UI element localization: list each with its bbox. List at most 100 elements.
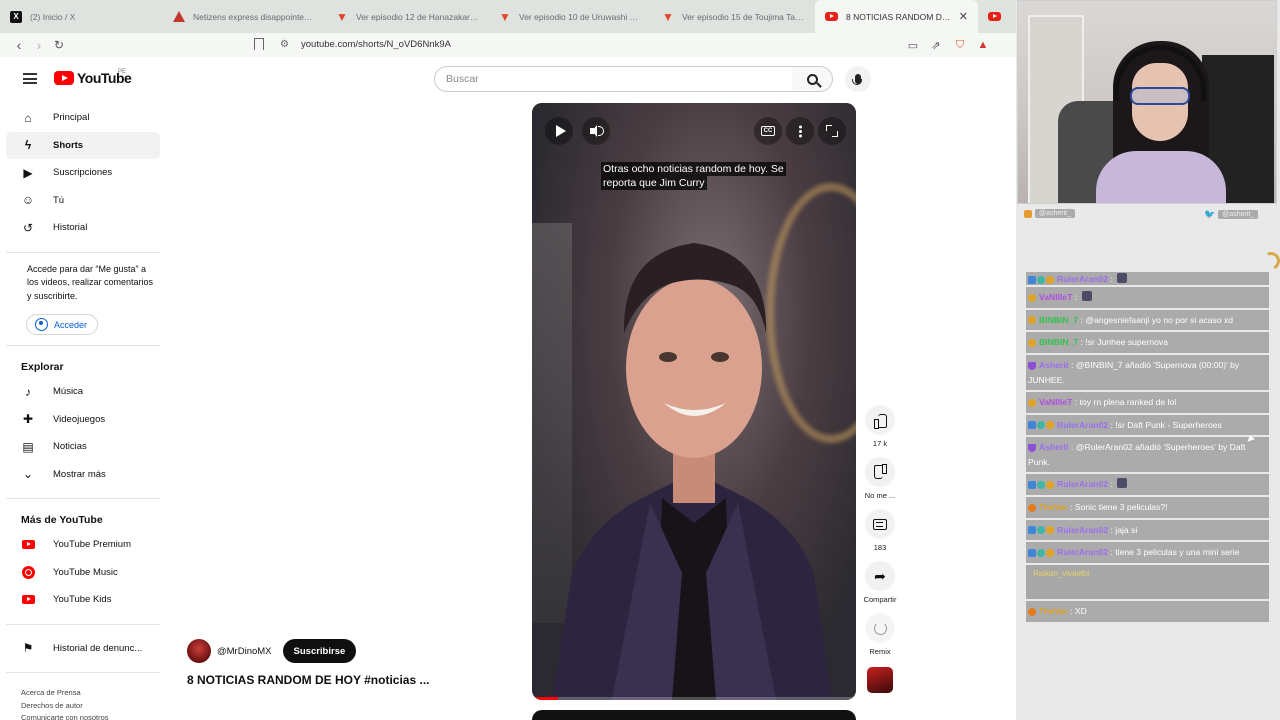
- brave-rewards-icon[interactable]: ▲: [975, 37, 991, 53]
- browser-tab[interactable]: ▼ Ver episodio 10 de Uruwashi no Yoi: [489, 0, 652, 33]
- social-handle: 🐦 @asherit_: [1204, 209, 1259, 220]
- browser-tab[interactable]: X (2) Inicio / X: [0, 0, 163, 33]
- bookmark-icon[interactable]: [254, 38, 264, 54]
- chat-badge-icon: [1046, 275, 1054, 284]
- sidebar-item-historial[interactable]: ↺ Historial: [6, 214, 160, 242]
- tab-title: 8 NOTICIAS RANDOM DE HOY: [846, 11, 951, 22]
- chat-message: TheVar : Sonic tiene 3 peliculas?!: [1026, 496, 1269, 518]
- sidebar-item-principal[interactable]: ⌂ Principal: [6, 104, 160, 132]
- shorts-icon: ϟ: [24, 138, 32, 153]
- chat-username[interactable]: VaNIlleT: [1039, 397, 1072, 407]
- chat-username[interactable]: BINBIN_7: [1039, 315, 1078, 325]
- chat-username[interactable]: RulerAran02: [1057, 420, 1108, 430]
- chat-badges: [1028, 396, 1037, 410]
- search-button[interactable]: [792, 66, 833, 92]
- instagram-icon: [1024, 209, 1032, 218]
- back-icon[interactable]: ‹: [9, 35, 29, 55]
- chat-username[interactable]: RulerAran02: [1057, 525, 1108, 535]
- footer-link[interactable]: Derechos de autor: [21, 700, 160, 713]
- sidebar-item-tu[interactable]: ☺ Tú: [6, 187, 160, 215]
- browser-tab[interactable]: ▼ Ver episodio 15 de Toujima Tanzabu: [652, 0, 815, 33]
- more-options-button[interactable]: [786, 117, 814, 145]
- chat-badges: [1028, 291, 1037, 305]
- sidebar-item-shorts[interactable]: ϟ Shorts: [6, 131, 160, 159]
- chat-message: RulerAran02 : !sr Daft Punk - Superheroe…: [1026, 414, 1269, 436]
- dislike-button[interactable]: [865, 457, 895, 487]
- url-field[interactable]: youtube.com/shorts/N_oVD6Nnk9A: [301, 39, 451, 50]
- brave-shield-icon[interactable]: ⛉: [952, 37, 968, 53]
- subscribe-button[interactable]: Suscribirse: [282, 639, 357, 663]
- sidebar-item-youtube-premium[interactable]: YouTube Premium: [6, 531, 160, 559]
- chat-badges: [1028, 359, 1037, 373]
- sidebar-item-label: Shorts: [53, 139, 84, 151]
- comments-button[interactable]: [865, 509, 895, 539]
- footer-link[interactable]: Comunicarte con nosotros: [21, 712, 160, 720]
- chat-username[interactable]: BINBIN_7: [1039, 337, 1078, 347]
- volume-button[interactable]: [582, 117, 610, 145]
- sidebar-item-youtube-kids[interactable]: YouTube Kids: [6, 586, 160, 614]
- cast-icon[interactable]: ▭: [905, 37, 921, 53]
- user-circle-icon: ☺: [21, 193, 35, 208]
- forward-icon[interactable]: ›: [29, 35, 49, 55]
- footer-link[interactable]: Acerca de Prensa: [21, 687, 160, 700]
- notice-username: Raikan_vivaelbl: [1033, 569, 1090, 579]
- reload-icon[interactable]: ↻: [49, 35, 69, 55]
- next-short-preview[interactable]: [532, 710, 856, 720]
- sidebar-item-report-history[interactable]: ⚑ Historial de denunc...: [6, 635, 160, 663]
- chat-separator: :: [1108, 274, 1116, 284]
- chat-username[interactable]: RulerAran02: [1057, 547, 1108, 557]
- sidebar-item-suscripciones[interactable]: ▶ Suscripciones: [6, 159, 160, 187]
- chat-badge-icon: [1046, 421, 1054, 430]
- youtube-music-icon: [21, 565, 35, 579]
- chat-badges: [1028, 523, 1055, 537]
- sound-thumbnail[interactable]: [867, 667, 893, 693]
- chat-username[interactable]: Asherit: [1039, 360, 1069, 370]
- progress-bar[interactable]: [532, 697, 856, 700]
- chat-username[interactable]: RulerAran02: [1057, 479, 1108, 489]
- chat-username[interactable]: TheVar: [1039, 606, 1068, 616]
- chat-badge-icon: [1028, 444, 1036, 453]
- video-title[interactable]: 8 NOTICIAS RANDOM DE HOY #noticias ...: [187, 673, 429, 687]
- sidebar-item-noticias[interactable]: ▤ Noticias: [6, 433, 160, 461]
- sidebar-item-videojuegos[interactable]: ✚ Videojuegos: [6, 406, 160, 434]
- chat-badges: [1028, 478, 1055, 492]
- like-button[interactable]: [865, 405, 895, 435]
- chat-badge-icon: [1028, 421, 1036, 430]
- region-code: PE: [118, 69, 127, 75]
- share-button[interactable]: ➦: [865, 561, 895, 591]
- browser-tab[interactable]: yo: [978, 0, 1016, 33]
- sidebar: ⌂ Principal ϟ Shorts ▶ Suscripciones ☺ Tú ↺ H…: [6, 104, 160, 720]
- channel-name[interactable]: @MrDinoMX: [217, 646, 272, 657]
- voice-search-button[interactable]: [845, 66, 871, 92]
- signin-button[interactable]: Acceder: [26, 314, 98, 335]
- chat-message: RulerAran02 :: [1026, 272, 1269, 285]
- shorts-player[interactable]: CC Otras ocho noticias random de hoy. Se…: [532, 103, 856, 700]
- share-page-icon[interactable]: ⇗: [928, 37, 944, 53]
- sidebar-item-youtube-music[interactable]: YouTube Music: [6, 559, 160, 587]
- close-tab-icon[interactable]: ✕: [959, 10, 968, 23]
- chat-badge-icon: [1028, 339, 1036, 348]
- site-info-icon[interactable]: ⚙: [280, 39, 289, 50]
- play-button[interactable]: [545, 117, 573, 145]
- chat-username[interactable]: TheVar: [1039, 502, 1068, 512]
- browser-tab-active[interactable]: 8 NOTICIAS RANDOM DE HOY ✕: [815, 0, 978, 33]
- chat-notice: Raikan_vivaelbl: [1026, 565, 1269, 600]
- action-rail: 17 k No me ... 183 ➦ Compartir Remix: [862, 405, 898, 701]
- browser-tab[interactable]: ▼ Ver episodio 12 de Hanazakari no Ki: [326, 0, 489, 33]
- captions-button[interactable]: CC: [754, 117, 782, 145]
- chat-separator: :: [1067, 501, 1075, 512]
- chat-message: RulerAran02 : jaja si: [1026, 519, 1269, 541]
- channel-avatar[interactable]: [187, 639, 211, 663]
- browser-tab[interactable]: Netizens express disappointed react: [163, 0, 326, 33]
- chat-username[interactable]: VaNIlleT: [1039, 292, 1072, 302]
- tab-title: Netizens express disappointed react: [193, 11, 316, 22]
- sidebar-item-musica[interactable]: ♪ Música: [6, 378, 160, 406]
- sidebar-item-mostrar-mas[interactable]: ⌄ Mostrar más: [6, 461, 160, 489]
- fullscreen-button[interactable]: [818, 117, 846, 145]
- remix-button[interactable]: [865, 613, 895, 643]
- chat-username[interactable]: Asherit: [1039, 442, 1069, 452]
- chat-badges: [1028, 501, 1037, 515]
- chat-username[interactable]: RulerAran02: [1057, 274, 1108, 284]
- menu-icon[interactable]: [23, 73, 37, 84]
- search-input[interactable]: [435, 67, 792, 91]
